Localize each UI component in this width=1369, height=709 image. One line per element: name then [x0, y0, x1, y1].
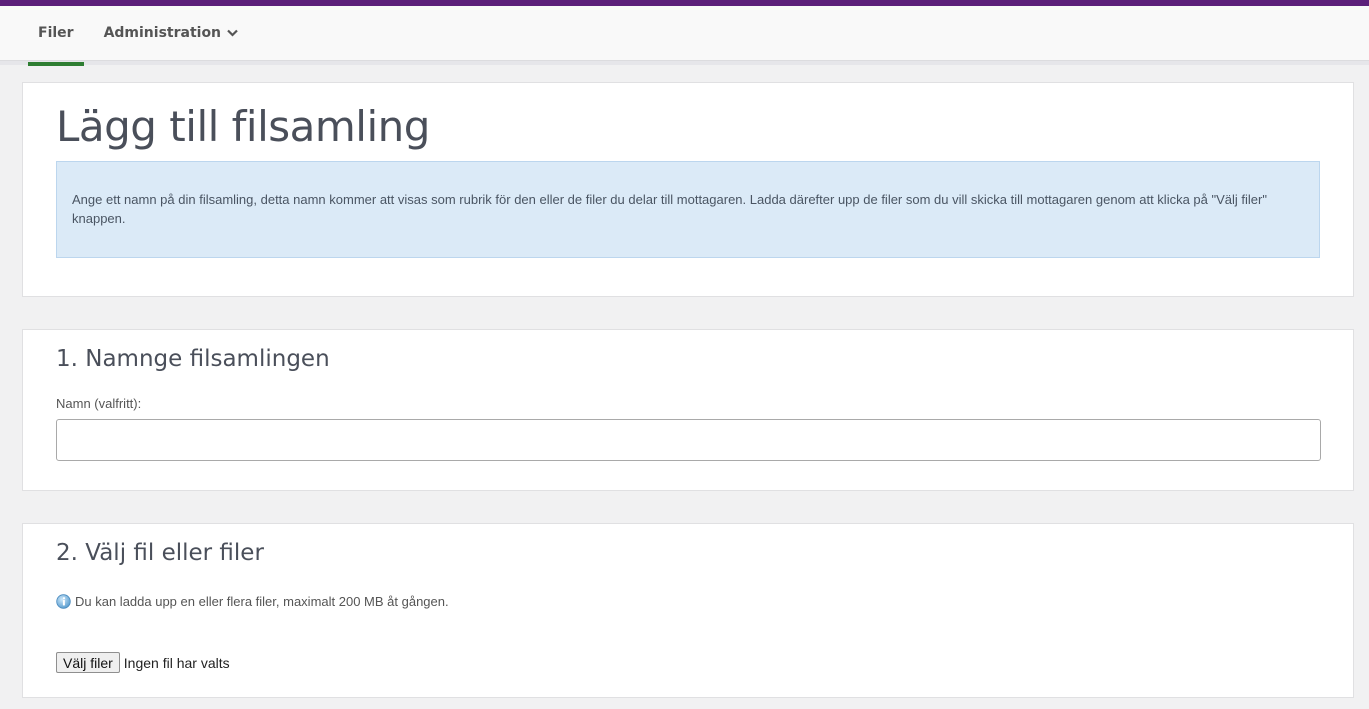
name-label: Namn (valfritt): — [56, 396, 142, 411]
nav-tab-administration-label: Administration — [103, 25, 222, 41]
main-nav: Filer Administration — [0, 6, 1369, 66]
info-box: Ange ett namn på din filsamling, detta n… — [56, 161, 1320, 258]
page-title: Lägg till filsamling — [56, 102, 430, 151]
name-input[interactable] — [56, 419, 1321, 461]
info-text: Ange ett namn på din filsamling, detta n… — [72, 192, 1267, 226]
nav-tab-filer[interactable]: Filer — [28, 6, 84, 66]
upload-hint: Du kan ladda upp en eller flera filer, m… — [56, 591, 1320, 612]
nav-tab-filer-label: Filer — [38, 25, 74, 41]
info-icon — [56, 594, 71, 612]
no-file-text: Ingen fil har valts — [123, 654, 230, 671]
upload-hint-text: Du kan ladda upp en eller flera filer, m… — [75, 594, 449, 609]
nav-tab-administration[interactable]: Administration — [94, 6, 258, 60]
file-picker: Välj filer Ingen fil har valts — [56, 652, 1320, 673]
header-card: Lägg till filsamling Ange ett namn på di… — [22, 82, 1354, 297]
section-title-name: 1. Namnge filsamlingen — [56, 346, 330, 372]
name-section: 1. Namnge filsamlingen Namn (valfritt): — [22, 329, 1354, 491]
choose-files-button[interactable]: Välj filer — [56, 652, 120, 673]
chevron-down-icon — [227, 29, 238, 37]
files-section: 2. Välj fil eller filer Du kan ladda upp… — [22, 523, 1354, 698]
section-title-files: 2. Välj fil eller filer — [56, 540, 264, 566]
